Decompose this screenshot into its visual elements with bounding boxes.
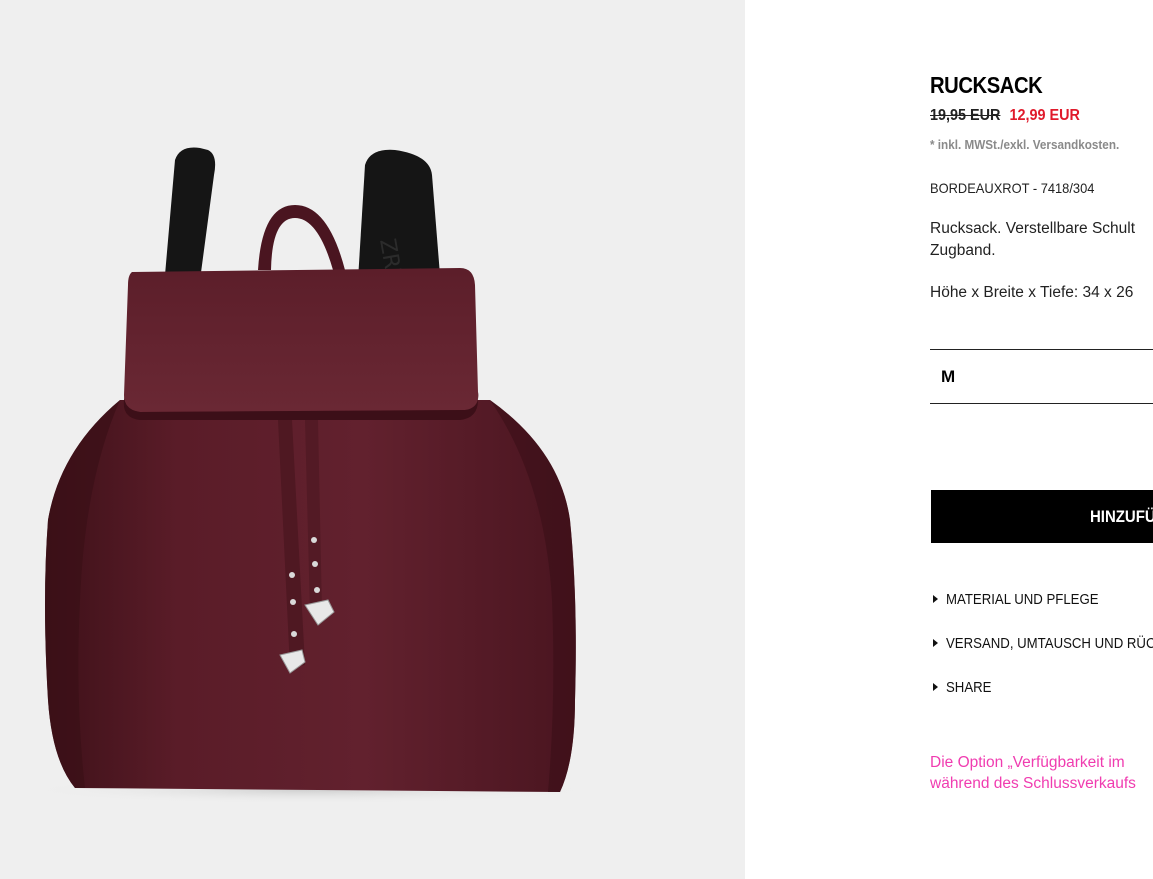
product-image[interactable]: ZRZR [0,0,745,879]
accordion-share[interactable]: SHARE [930,679,998,696]
selected-size: M [941,367,956,386]
notice-line: während des Schlussverkaufs [930,775,1136,792]
product-page: ZRZR RUCKSACK 19,95 EUR 12,99 EUR * inkl… [0,0,1153,879]
accordion-material-care[interactable]: MATERIAL UND PFLEGE [930,591,1119,608]
notice-line: Die Option „Verfügbarkeit im [930,754,1125,771]
price-block: 19,95 EUR 12,99 EUR [930,107,1080,125]
product-dimensions: Höhe x Breite x Tiefe: 34 x 26 [930,284,1134,301]
product-info: RUCKSACK 19,95 EUR 12,99 EUR * inkl. MWSt… [930,0,1153,879]
accordion-shipping-returns[interactable]: VERSAND, UMTAUSCH UND RÜC [930,635,1153,652]
availability-notice: Die Option „Verfügbarkeit im während des… [930,752,1153,794]
description-line: Rucksack. Verstellbare Schult [930,220,1136,237]
sale-price: 12,99 EUR [1009,107,1080,124]
accordion-label: VERSAND, UMTAUSCH UND RÜC [946,635,1153,652]
tax-note: * inkl. MWSt./exkl. Versandkosten. [930,137,1120,152]
caret-right-icon [933,639,938,648]
accordion-label: MATERIAL UND PFLEGE [946,591,1099,608]
color-reference: BORDEAUXROT - 7418/304 [930,180,1095,196]
original-price: 19,95 EUR [930,107,1001,124]
product-title: RUCKSACK [930,72,1043,98]
caret-right-icon [933,595,938,604]
add-to-cart-label: HINZUFÜ [1090,507,1153,526]
accordion-label: SHARE [946,679,992,696]
backpack-illustration: ZRZR [20,147,600,804]
add-to-cart-button[interactable]: HINZUFÜ [931,490,1153,543]
description-line: Zugband. [930,242,996,259]
product-description: Rucksack. Verstellbare Schult Zugband. [930,218,1153,262]
size-selector[interactable]: M [930,349,1153,404]
caret-right-icon [933,683,938,692]
